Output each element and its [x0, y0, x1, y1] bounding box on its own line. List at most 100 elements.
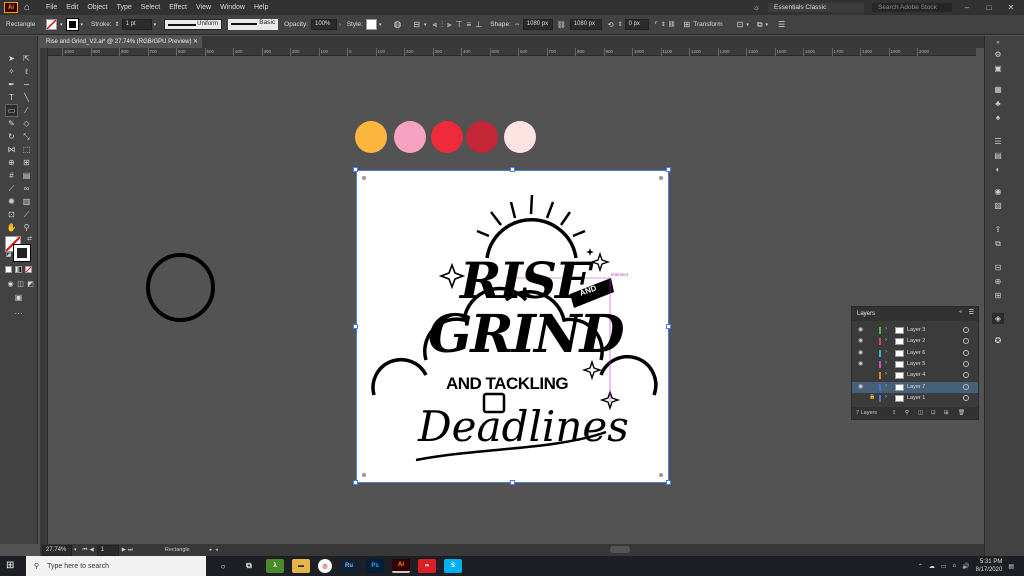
edit-toolbar-icon[interactable]: ··· [13, 308, 24, 319]
resize-handle[interactable] [666, 167, 671, 172]
layer-row[interactable]: › Layer 4 [852, 370, 978, 381]
free-transform-icon[interactable]: ⬚ [21, 144, 32, 155]
locate-object-icon[interactable]: ⚲ [905, 407, 909, 419]
properties-icon[interactable]: ⚙ [992, 49, 1004, 60]
draw-inside-icon[interactable]: ◩ [25, 279, 36, 290]
shape-builder-icon[interactable]: ⊕ [6, 157, 17, 168]
slice-tool-icon[interactable]: ⟋ [21, 209, 32, 220]
chevron-right-icon[interactable]: › [885, 326, 887, 332]
cloud-icon[interactable]: ☁ [929, 563, 935, 570]
taskbar-search[interactable]: ⚲ Type here to search [26, 556, 206, 576]
resize-handle[interactable] [353, 167, 358, 172]
gradient-tool-icon[interactable]: ▤ [21, 170, 32, 181]
zoom-tool-icon[interactable]: ⚲ [21, 222, 32, 233]
blend-tool-icon[interactable]: ∞ [21, 183, 32, 194]
symbols-icon[interactable]: ♠ [992, 112, 1004, 123]
layer-name[interactable]: Layer 4 [907, 372, 925, 378]
resize-handle[interactable] [353, 480, 358, 485]
menu-file[interactable]: File [46, 4, 57, 11]
layers-panel-icon[interactable]: ◈ [992, 313, 1004, 324]
resize-handle[interactable] [510, 480, 515, 485]
menu-edit[interactable]: Edit [66, 4, 78, 11]
align-center-icon[interactable]: ⫶ [441, 20, 443, 30]
transform-panel-icon[interactable]: ⊞ [992, 290, 1004, 301]
layer-row[interactable]: 🔒 › Layer 1 [852, 393, 978, 404]
skype-icon[interactable]: S [444, 559, 462, 573]
layer-row[interactable]: ◉ › Layer 3 [852, 325, 978, 336]
shape-label[interactable]: Shape: [490, 21, 511, 28]
align-middle-icon[interactable]: ≡ [467, 20, 472, 29]
network-icon[interactable]: ⌂ [953, 563, 957, 569]
height-field[interactable]: 1080 px [569, 19, 602, 30]
brushes-icon[interactable]: ♣ [992, 98, 1004, 109]
stroke-weight-field[interactable]: 1 pt [121, 19, 152, 30]
palette-circle-3[interactable] [431, 121, 463, 153]
photoshop-icon[interactable]: Ps [366, 559, 384, 573]
next-artboard-icon[interactable]: ▶ [122, 547, 126, 553]
direct-selection-tool-icon[interactable]: ⇱ [21, 53, 32, 64]
lightbulb-icon[interactable]: ☼ [753, 3, 760, 12]
resize-handle[interactable] [510, 167, 515, 172]
stock-search-input[interactable]: Search Adobe Stock [872, 3, 952, 12]
eye-icon[interactable]: ◉ [858, 349, 863, 356]
battery-icon[interactable]: ▭ [941, 563, 947, 570]
menu-object[interactable]: Object [87, 4, 107, 11]
magic-wand-icon[interactable]: ✧ [6, 66, 17, 77]
align-panel-icon[interactable]: ⊟ [992, 262, 1004, 273]
width-field[interactable]: 1080 px [522, 19, 553, 30]
chevron-right-icon[interactable]: › [885, 394, 887, 400]
mesh-tool-icon[interactable]: # [6, 170, 17, 181]
workspace-switcher[interactable]: Essentials Classic [768, 3, 864, 12]
default-colors-icon[interactable]: ◪ [3, 250, 14, 261]
pathfinder-icon[interactable]: ⊕ [992, 276, 1004, 287]
chevron-right-icon[interactable]: › [885, 360, 887, 366]
screen-mode-icon[interactable]: ▣ [13, 292, 24, 303]
illustrator-icon[interactable]: Ai [392, 559, 410, 573]
graphic-style-swatch[interactable] [365, 19, 377, 30]
layer-row[interactable]: ◉ › Layer 5 [852, 359, 978, 370]
eraser-icon[interactable]: ◇ [21, 118, 32, 129]
layer-target-icon[interactable] [963, 338, 969, 345]
layer-name[interactable]: Layer 1 [907, 395, 925, 401]
color-mode-icon[interactable] [5, 266, 12, 273]
chevron-down-icon[interactable]: ▾ [746, 22, 749, 28]
task-view-icon[interactable]: ○ [214, 559, 232, 573]
paintbrush-icon[interactable]: ⁄ [21, 105, 32, 116]
artboard-number-field[interactable]: 1 [96, 544, 119, 556]
transform-label[interactable]: Transform [693, 21, 722, 28]
artboard[interactable]: RISE AND GRIND AND TACKLING Deadlines in… [353, 167, 671, 485]
layer-name[interactable]: Layer 3 [907, 327, 925, 333]
document-tab[interactable]: Rise and Grind_V2.ai* @ 27.74% (RGB/GPU … [40, 36, 202, 48]
clock[interactable]: 5:31 PM 8/17/2020 [976, 558, 1003, 574]
palette-circle-1[interactable] [355, 121, 387, 153]
minimize-icon[interactable]: – [960, 3, 974, 12]
layer-target-icon[interactable] [963, 360, 969, 367]
prev-artboard-icon[interactable]: ◀ [89, 547, 93, 553]
lasso-icon[interactable]: ℓ [21, 66, 32, 77]
type-tool-icon[interactable]: T [6, 92, 17, 103]
align-bottom-icon[interactable]: ⊥ [475, 20, 482, 29]
circle-outline-shape[interactable] [146, 253, 215, 322]
volume-icon[interactable]: 🔊 [962, 563, 969, 570]
stepper-icon[interactable]: ⇕ [618, 21, 623, 28]
chevron-right-icon[interactable]: › [339, 22, 341, 28]
chevron-up-icon[interactable]: ⌃ [918, 563, 923, 570]
fill-swatch[interactable] [46, 19, 57, 30]
align-right-icon[interactable]: ⫸ [447, 20, 452, 30]
lock-icon[interactable]: 🔒 [869, 394, 875, 400]
libraries-icon[interactable]: ▣ [992, 63, 1004, 74]
resize-handle[interactable] [666, 480, 671, 485]
chevron-down-icon[interactable]: ▾ [379, 22, 382, 28]
notifications-icon[interactable]: ▤ [1008, 563, 1014, 570]
layer-name[interactable]: Layer 5 [907, 361, 925, 367]
rotate-icon[interactable]: ⟲ [608, 21, 614, 29]
chevron-down-icon[interactable]: ▾ [81, 22, 84, 28]
transparency-icon[interactable]: ◐ [992, 164, 1004, 175]
stepper-icon[interactable]: ⇕ [115, 21, 120, 28]
maximize-icon[interactable]: □ [982, 3, 996, 12]
menu-type[interactable]: Type [117, 4, 132, 11]
export-icon[interactable]: ⇪ [992, 224, 1004, 235]
chevron-down-icon[interactable]: ▾ [74, 547, 77, 553]
trash-icon[interactable]: 🗑 [958, 407, 965, 419]
stepper-icon[interactable]: ⇕ [661, 21, 666, 28]
